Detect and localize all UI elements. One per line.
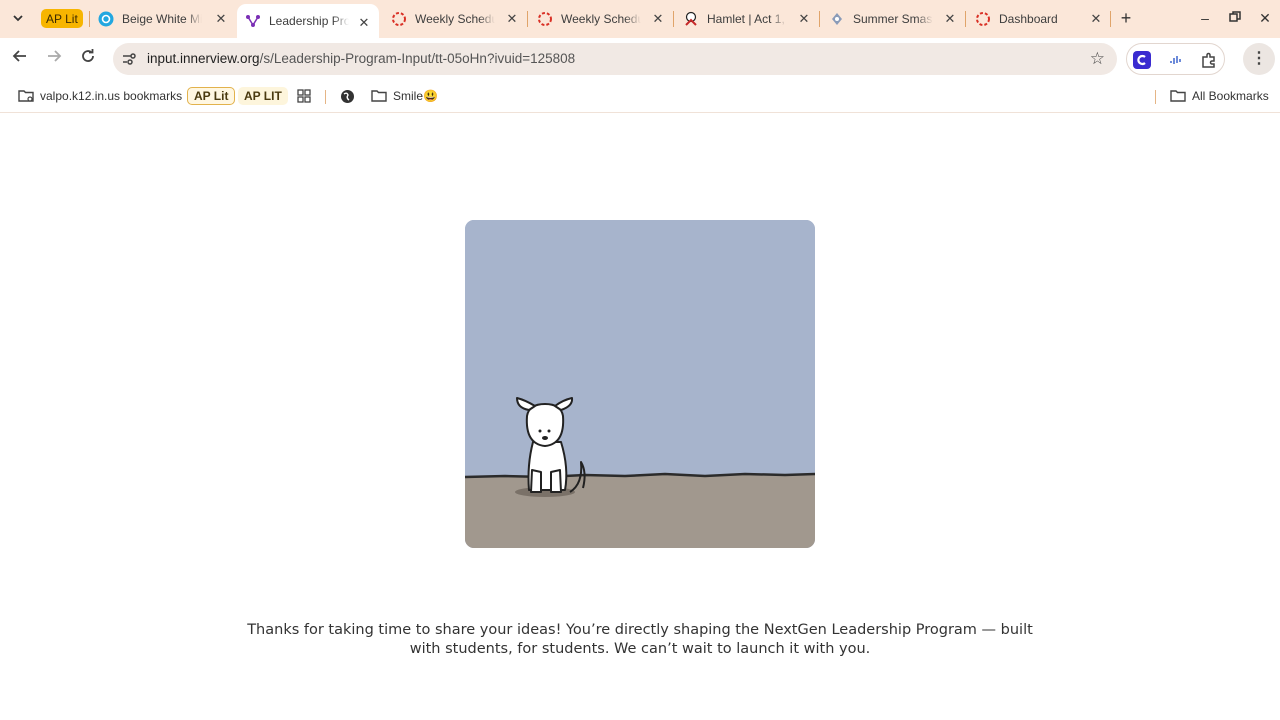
bookmark-label: AP Lit	[194, 89, 229, 103]
folder-settings-icon	[18, 89, 34, 103]
extension-c-icon[interactable]	[1133, 51, 1151, 69]
tab-group-chip[interactable]: AP Lit	[41, 9, 83, 28]
canva-icon	[98, 11, 114, 27]
close-icon[interactable]: ✕	[943, 12, 957, 26]
folder-icon	[1170, 89, 1186, 103]
bookmark-separator	[1155, 90, 1156, 104]
url-host: input.innerview.org	[147, 51, 260, 66]
all-bookmarks-label: All Bookmarks	[1192, 89, 1269, 103]
summer-icon	[829, 11, 845, 27]
folder-icon	[371, 89, 387, 103]
loading-ring-icon	[975, 11, 991, 27]
tab-separator	[673, 11, 674, 27]
back-arrow-icon[interactable]	[9, 48, 31, 70]
kebab-menu-icon[interactable]: ⋮	[1243, 43, 1275, 75]
tab-title: Beige White Mi	[122, 12, 202, 26]
tab-separator	[527, 11, 528, 27]
tab-dashboard[interactable]: Dashboard ✕	[975, 0, 1111, 38]
innerview-icon	[245, 13, 261, 29]
extensions-group	[1126, 43, 1225, 75]
tab-summer-smash[interactable]: Summer Smas ✕	[829, 0, 965, 38]
bookmark-globe[interactable]	[340, 85, 361, 107]
tab-weekly-schedule-1[interactable]: Weekly Schedul ✕	[391, 0, 527, 38]
bookmark-label: valpo.k12.in.us bookmarks	[40, 89, 183, 103]
minimize-icon[interactable]: –	[1195, 8, 1215, 28]
url-path: /s/Leadership-Program-Input/tt-05oHn?ivu…	[259, 51, 576, 66]
page-content: Thanks for taking time to share your ide…	[0, 114, 1280, 720]
close-icon[interactable]: ✕	[357, 16, 371, 30]
close-icon[interactable]: ✕	[651, 12, 665, 26]
apps-grid-icon	[297, 89, 311, 103]
tab-title: Dashboard	[999, 12, 1058, 26]
bookmark-ap-lit-caps[interactable]: AP LIT	[238, 87, 288, 105]
bookmark-star-icon[interactable]: ☆	[1090, 49, 1105, 69]
tab-title: Summer Smas	[853, 12, 933, 26]
bookmark-group-ap-lit[interactable]: AP Lit	[187, 87, 236, 105]
tab-strip: AP Lit Beige White Mi ✕ Leadership Pro ✕…	[0, 0, 1280, 38]
tab-title: Weekly Schedul	[415, 12, 495, 26]
tab-leadership-program[interactable]: Leadership Pro ✕	[237, 4, 379, 38]
bookmark-folder-smile[interactable]: Smile😃	[371, 85, 438, 107]
tab-title: Leadership Pro	[269, 14, 349, 28]
site-settings-icon[interactable]	[121, 51, 137, 67]
tab-beige-white[interactable]: Beige White Mi ✕	[98, 0, 236, 38]
all-bookmarks[interactable]: All Bookmarks	[1170, 85, 1269, 107]
extension-audio-icon[interactable]	[1167, 51, 1185, 69]
window-close-icon[interactable]: ✕	[1255, 8, 1275, 28]
tab-separator	[819, 11, 820, 27]
bookmarks-bar: valpo.k12.in.us bookmarks AP Lit AP LIT …	[0, 80, 1280, 113]
address-bar[interactable]: input.innerview.org/s/Leadership-Program…	[113, 43, 1117, 75]
tab-search-chevron-icon[interactable]	[8, 8, 28, 28]
close-icon[interactable]: ✕	[797, 12, 811, 26]
restore-icon[interactable]	[1225, 8, 1245, 28]
reload-icon[interactable]	[77, 48, 99, 70]
tab-separator	[1110, 11, 1111, 27]
bookmark-label: Smile😃	[393, 89, 438, 103]
tab-title: Weekly Schedul	[561, 12, 641, 26]
tab-title: Hamlet | Act 1,	[707, 12, 785, 26]
tab-weekly-schedule-2[interactable]: Weekly Schedul ✕	[537, 0, 673, 38]
url-text[interactable]: input.innerview.org/s/Leadership-Program…	[147, 51, 575, 66]
tab-separator	[89, 11, 90, 27]
tab-separator	[965, 11, 966, 27]
browser-toolbar: input.innerview.org/s/Leadership-Program…	[0, 38, 1280, 80]
forward-arrow-icon[interactable]	[43, 48, 65, 70]
bookmark-separator	[325, 90, 326, 104]
thank-you-message: Thanks for taking time to share your ide…	[247, 622, 1033, 657]
close-icon[interactable]: ✕	[214, 12, 228, 26]
bookmark-apps-grid[interactable]	[297, 85, 317, 107]
new-tab-plus-icon[interactable]: +	[1117, 9, 1135, 27]
close-icon[interactable]: ✕	[1089, 12, 1103, 26]
close-icon[interactable]: ✕	[505, 12, 519, 26]
globe-icon	[340, 89, 355, 104]
dog-scene-svg	[465, 220, 815, 548]
loading-ring-icon	[391, 11, 407, 27]
bookmark-label: AP LIT	[244, 89, 282, 103]
loading-ring-icon	[537, 11, 553, 27]
thank-you-illustration	[465, 220, 815, 548]
tab-hamlet[interactable]: Hamlet | Act 1, ✕	[683, 0, 819, 38]
hamlet-icon	[683, 11, 699, 27]
extensions-puzzle-icon[interactable]	[1200, 51, 1218, 69]
bookmark-folder-valpo[interactable]: valpo.k12.in.us bookmarks	[18, 85, 182, 107]
